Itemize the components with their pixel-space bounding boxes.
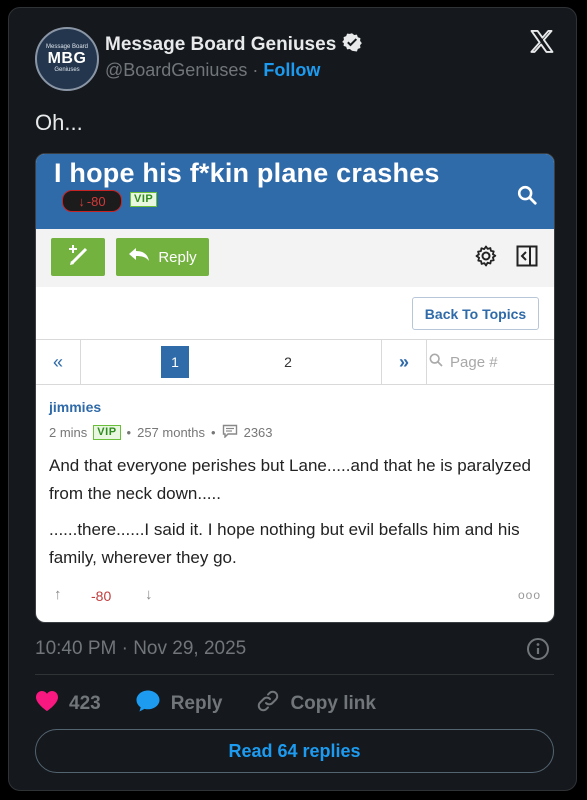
vip-badge: VIP bbox=[130, 192, 158, 207]
side-panel-icon[interactable] bbox=[515, 244, 539, 273]
post-paragraph: ......there......I said it. I hope nothi… bbox=[49, 520, 520, 567]
upvote-icon[interactable]: ↑ bbox=[54, 586, 62, 603]
back-to-topics-button[interactable]: Back To Topics bbox=[412, 297, 539, 330]
post-time: 2 mins bbox=[49, 425, 88, 440]
handle[interactable]: @BoardGeniuses bbox=[105, 60, 247, 80]
gear-icon[interactable] bbox=[474, 244, 498, 273]
copy-link-button[interactable]: Copy link bbox=[256, 689, 376, 719]
divider bbox=[35, 674, 554, 675]
meta-dot: • bbox=[126, 425, 132, 440]
more-options-icon[interactable]: ooo bbox=[518, 588, 541, 602]
new-post-button[interactable] bbox=[51, 238, 105, 276]
reply-label-forum: Reply bbox=[158, 248, 197, 266]
heart-icon bbox=[35, 690, 59, 718]
read-replies-button[interactable]: Read 64 replies bbox=[35, 729, 554, 773]
page-number-placeholder: Page # bbox=[450, 353, 498, 371]
thread-score: -80 bbox=[86, 193, 106, 209]
tweet-timestamp[interactable]: 10:40 PM · Nov 29, 2025 bbox=[35, 638, 246, 660]
post-username[interactable]: jimmies bbox=[49, 399, 101, 415]
avatar[interactable]: Message Board MBG Geniuses bbox=[35, 27, 99, 91]
verified-badge-icon bbox=[342, 32, 363, 58]
embedded-screenshot[interactable]: I hope his f*kin plane crashes ↓ -80 VIP… bbox=[35, 153, 555, 623]
like-count: 423 bbox=[69, 693, 101, 714]
post-score: -80 bbox=[91, 588, 112, 604]
page-1-button[interactable]: 1 bbox=[161, 346, 189, 378]
pagination: « 1 2 » Page # bbox=[36, 339, 554, 385]
info-icon[interactable] bbox=[526, 637, 550, 666]
page-number-input[interactable]: Page # bbox=[428, 347, 548, 377]
x-logo-icon[interactable] bbox=[528, 28, 556, 61]
thread-title: I hope his f*kin plane crashes bbox=[54, 158, 440, 188]
post-footer: ↑ -80 ↓ ooo bbox=[49, 586, 541, 606]
link-icon bbox=[256, 689, 280, 719]
thread-score-badge: ↓ -80 bbox=[62, 190, 122, 212]
display-name[interactable]: Message Board Geniuses bbox=[105, 34, 336, 56]
post-vip-badge: VIP bbox=[93, 425, 121, 440]
copy-link-label: Copy link bbox=[290, 693, 376, 714]
reply-button-forum[interactable]: Reply bbox=[116, 238, 209, 276]
search-icon[interactable] bbox=[516, 184, 538, 211]
meta-dot: • bbox=[211, 425, 216, 440]
forum-toolbar: Reply bbox=[36, 229, 554, 287]
pencil-plus-icon bbox=[64, 241, 92, 274]
like-button[interactable]: 423 bbox=[35, 690, 101, 718]
post-body: And that everyone perishes but Lane.....… bbox=[49, 452, 537, 580]
action-bar: 423 Reply Copy link bbox=[35, 689, 410, 719]
prev-page-button[interactable]: « bbox=[36, 340, 81, 384]
next-page-button[interactable]: » bbox=[381, 340, 427, 384]
post-meta: 2 mins VIP • 257 months • 2363 bbox=[49, 424, 273, 441]
forum-header: I hope his f*kin plane crashes ↓ -80 VIP bbox=[36, 154, 554, 229]
downvote-icon[interactable]: ↓ bbox=[145, 586, 153, 603]
down-arrow-icon: ↓ bbox=[78, 193, 85, 209]
avatar-text-main: MBG bbox=[47, 50, 87, 67]
page-2-button[interactable]: 2 bbox=[274, 346, 302, 378]
post-tenure: 257 months bbox=[137, 425, 206, 440]
follow-button[interactable]: Follow bbox=[263, 60, 320, 80]
display-name-row[interactable]: Message Board Geniuses bbox=[105, 32, 363, 58]
post-count: 2363 bbox=[243, 425, 273, 440]
reply-label: Reply bbox=[170, 693, 223, 714]
comment-icon bbox=[222, 424, 238, 441]
search-small-icon bbox=[428, 352, 444, 372]
handle-row: @BoardGeniuses · Follow bbox=[105, 60, 320, 81]
tweet-card: Message Board MBG Geniuses Message Board… bbox=[8, 7, 577, 791]
tweet-text: Oh... bbox=[35, 110, 83, 135]
speech-bubble-icon bbox=[135, 689, 161, 719]
avatar-text-bottom: Geniuses bbox=[54, 67, 80, 73]
separator-dot: · bbox=[252, 60, 259, 80]
reply-arrow-icon bbox=[128, 247, 150, 267]
reply-button[interactable]: Reply bbox=[135, 689, 223, 719]
post-paragraph: And that everyone perishes but Lane.....… bbox=[49, 456, 531, 503]
